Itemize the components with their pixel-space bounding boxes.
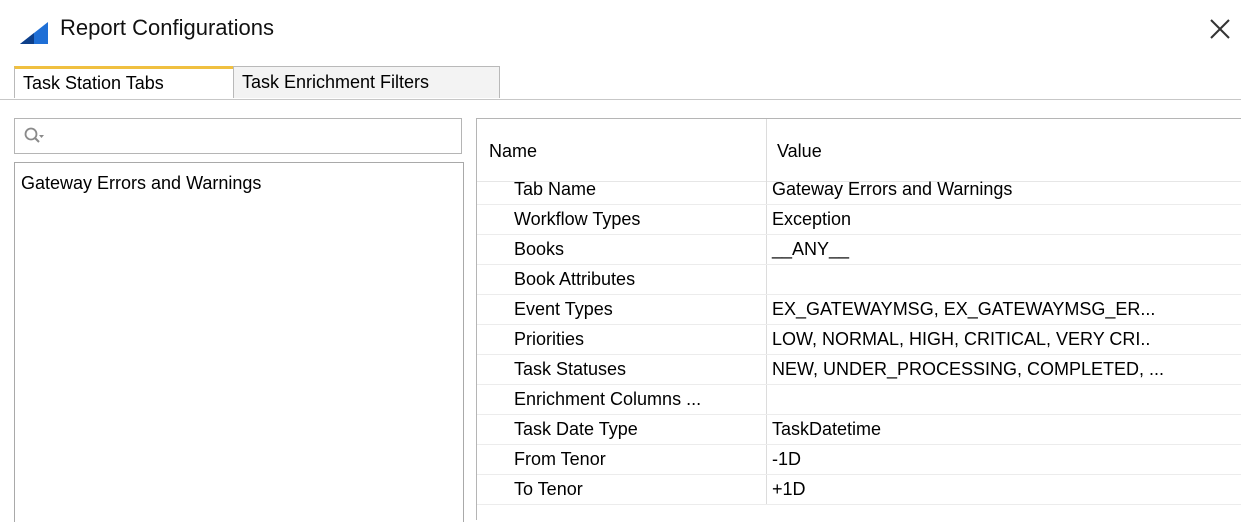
property-name: Books xyxy=(514,239,565,259)
tab-task-enrichment-filters[interactable]: Task Enrichment Filters xyxy=(233,66,500,98)
property-row-books[interactable]: Books __ANY__ xyxy=(477,234,1241,265)
window-title: Report Configurations xyxy=(60,15,275,40)
column-header-name[interactable]: Name xyxy=(489,141,537,162)
property-row-enrichment-columns[interactable]: Enrichment Columns ... xyxy=(477,384,1241,415)
property-row-workflow-types[interactable]: Workflow Types Exception xyxy=(477,204,1241,235)
close-icon[interactable] xyxy=(1205,14,1235,44)
property-name: Book Attributes xyxy=(514,269,636,289)
property-name: From Tenor xyxy=(514,449,606,469)
property-value[interactable]: __ANY__ xyxy=(772,234,849,264)
search-icon[interactable] xyxy=(23,126,45,148)
property-row-to-tenor[interactable]: To Tenor +1D xyxy=(477,474,1241,505)
search-input[interactable] xyxy=(14,118,462,154)
property-name: Event Types xyxy=(514,299,613,319)
property-value[interactable]: NEW, UNDER_PROCESSING, COMPLETED, ... xyxy=(772,354,1164,384)
property-name: Enrichment Columns ... xyxy=(514,389,702,409)
title-bar: Report Configurations xyxy=(0,0,1241,62)
property-value[interactable]: Exception xyxy=(772,204,851,234)
tab-strip: Task Station Tabs Task Enrichment Filter… xyxy=(14,64,1241,100)
tab-list-panel: Gateway Errors and Warnings xyxy=(14,118,464,522)
property-value[interactable]: EX_GATEWAYMSG, EX_GATEWAYMSG_ER... xyxy=(772,294,1155,324)
column-header-value[interactable]: Value xyxy=(777,141,822,162)
property-row-tab-name[interactable]: Tab Name Gateway Errors and Warnings xyxy=(477,174,1241,205)
list-item[interactable]: Gateway Errors and Warnings xyxy=(21,173,261,194)
property-grid-header: Name Value xyxy=(477,119,1241,182)
property-row-book-attributes[interactable]: Book Attributes xyxy=(477,264,1241,295)
property-value[interactable]: -1D xyxy=(772,444,801,474)
property-row-task-statuses[interactable]: Task Statuses NEW, UNDER_PROCESSING, COM… xyxy=(477,354,1241,385)
tab-list[interactable]: Gateway Errors and Warnings xyxy=(14,162,464,522)
tab-task-station-tabs[interactable]: Task Station Tabs xyxy=(14,66,234,98)
property-value[interactable]: Gateway Errors and Warnings xyxy=(772,174,1012,204)
property-value[interactable]: +1D xyxy=(772,474,806,504)
property-name: Workflow Types xyxy=(514,209,641,229)
property-row-priorities[interactable]: Priorities LOW, NORMAL, HIGH, CRITICAL, … xyxy=(477,324,1241,355)
property-row-event-types[interactable]: Event Types EX_GATEWAYMSG, EX_GATEWAYMSG… xyxy=(477,294,1241,325)
property-name: To Tenor xyxy=(514,479,583,499)
app-logo-icon xyxy=(20,22,48,44)
property-name: Task Statuses xyxy=(514,359,627,379)
property-row-task-date-type[interactable]: Task Date Type TaskDatetime xyxy=(477,414,1241,445)
property-name: Tab Name xyxy=(514,179,597,199)
property-grid: Name Value Tab Name Gateway Errors and W… xyxy=(476,118,1241,520)
property-value[interactable]: LOW, NORMAL, HIGH, CRITICAL, VERY CRI.. xyxy=(772,324,1150,354)
tab-divider xyxy=(0,99,1241,100)
property-name: Priorities xyxy=(514,329,585,349)
property-row-from-tenor[interactable]: From Tenor -1D xyxy=(477,444,1241,475)
property-name: Task Date Type xyxy=(514,419,638,439)
property-value[interactable]: TaskDatetime xyxy=(772,414,881,444)
